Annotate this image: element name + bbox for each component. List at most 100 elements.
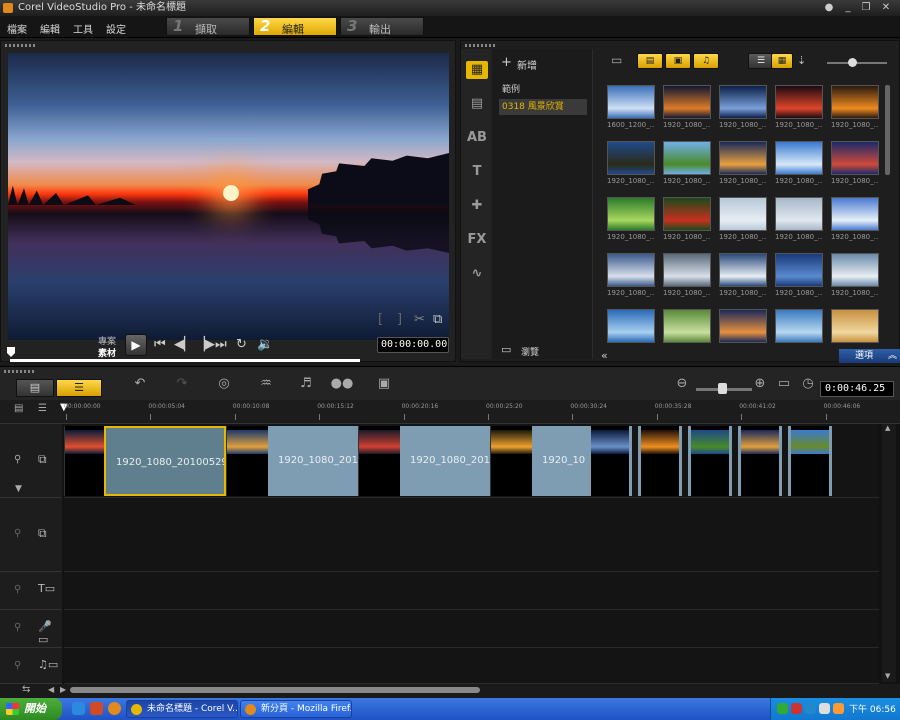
thumbnail-size-knob[interactable]	[848, 58, 857, 67]
folder-item-scenery[interactable]: 0318 風景欣賞	[499, 99, 587, 115]
scroll-down-icon[interactable]: ▼	[885, 672, 890, 680]
media-thumbnail[interactable]: 1920_1080_...	[719, 141, 767, 191]
tray-network-icon[interactable]	[805, 703, 816, 714]
timeline-video-clip[interactable]	[688, 426, 732, 496]
browse-label[interactable]: 瀏覽	[521, 345, 539, 358]
firefox-icon[interactable]	[108, 702, 121, 715]
ie-icon[interactable]	[72, 702, 85, 715]
media-thumbnail[interactable]: 1920_1080_...	[775, 197, 823, 247]
timeline-vertical-scrollbar[interactable]: ▲ ▼	[882, 424, 896, 682]
zoom-slider-knob[interactable]	[718, 383, 727, 394]
media-thumbnail[interactable]: 1920_1080_...	[719, 253, 767, 303]
media-thumbnail[interactable]: 1600_1200_...	[607, 85, 655, 135]
track-list-icon[interactable]: ☰	[38, 403, 47, 414]
media-category-icon[interactable]: ▦	[466, 61, 488, 79]
media-thumbnail[interactable]: 1920_1080_...	[607, 253, 655, 303]
collapse-left-icon[interactable]: «	[601, 349, 608, 362]
timeline-video-clip[interactable]	[738, 426, 782, 496]
media-thumbnail[interactable]	[607, 309, 655, 359]
system-clock[interactable]: 下午 06:56	[849, 702, 896, 715]
expand-down-icon[interactable]: ▼	[15, 484, 22, 494]
media-thumbnail[interactable]	[663, 309, 711, 359]
timeline-video-clip[interactable]	[638, 426, 682, 496]
mark-in-icon[interactable]: [	[378, 313, 383, 327]
media-thumbnail[interactable]: 1920_1080_...	[831, 253, 879, 303]
repeat-icon[interactable]: ↻	[236, 338, 247, 352]
scroll-up-icon[interactable]: ▲	[885, 424, 890, 432]
scrubber-track[interactable]	[10, 359, 360, 362]
chapter-point-icon[interactable]: ▣	[372, 375, 396, 393]
path-icon[interactable]: ∿	[466, 265, 488, 283]
media-thumbnail[interactable]: 1920_1080_...	[607, 197, 655, 247]
timeline-clip[interactable]: 1920_1080_201	[268, 426, 358, 496]
menu-settings[interactable]: 設定	[106, 21, 126, 36]
menu-tools[interactable]: 工具	[73, 21, 93, 36]
transition-icon[interactable]: AB	[466, 129, 488, 147]
redo-icon[interactable]: ↷	[170, 375, 194, 393]
media-thumbnail[interactable]: 1920_1080_...	[663, 85, 711, 135]
graphic-icon[interactable]: ✚	[466, 197, 488, 215]
track-manager-icon[interactable]: ●●	[330, 375, 354, 393]
tray-update-icon[interactable]	[833, 703, 844, 714]
media-thumbnail[interactable]: 1920_1080_...	[663, 197, 711, 247]
storyboard-view-button[interactable]: ▤	[16, 379, 54, 397]
menu-edit[interactable]: 編輯	[40, 21, 60, 36]
lock-icon[interactable]: ⚲	[14, 584, 21, 595]
scrubber-handle[interactable]	[7, 347, 15, 357]
record-capture-icon[interactable]: ◎	[212, 375, 236, 393]
timeline-video-clip[interactable]	[226, 426, 268, 496]
media-thumbnail[interactable]: 1920_1080_...	[775, 253, 823, 303]
close-button[interactable]: ✕	[878, 2, 894, 14]
media-thumbnail[interactable]: 1920_1080_...	[831, 85, 879, 135]
tray-volume-icon[interactable]	[819, 703, 830, 714]
zoom-in-icon[interactable]: ⊕	[748, 375, 772, 393]
media-thumbnail[interactable]: 1920_1080_...	[775, 141, 823, 191]
timeline-video-clip[interactable]	[64, 426, 104, 496]
preview-timecode[interactable]: 00:00:00.00	[377, 337, 449, 353]
track-view-icon[interactable]: ▤	[14, 403, 23, 414]
sort-icon[interactable]: ⇣	[797, 54, 806, 67]
lock-icon[interactable]: ⚲	[14, 454, 21, 465]
overlay-track[interactable]	[64, 498, 879, 572]
lock-icon[interactable]: ⚲	[14, 660, 21, 671]
scroll-left-icon[interactable]: ◀	[48, 685, 54, 694]
task-videostudio[interactable]: 未命名標題 - Corel V...	[126, 700, 238, 718]
scrollbar-thumb[interactable]	[70, 687, 480, 693]
tab-capture[interactable]: 1 擷取	[166, 17, 250, 36]
sound-mixer-icon[interactable]: ♒	[254, 375, 278, 393]
timeline-horizontal-scrollbar[interactable]: ⇆ ◀ ▶	[0, 684, 900, 698]
restore-button[interactable]: ❐	[858, 2, 874, 14]
media-thumbnail[interactable]: 1920_1080_...	[607, 141, 655, 191]
volume-icon[interactable]: 🔉	[257, 338, 273, 352]
show-video-button[interactable]: ▤	[637, 53, 663, 69]
app-menu-icon[interactable]: ●	[821, 2, 837, 14]
lock-icon[interactable]: ⚲	[14, 528, 21, 539]
timeline-clip[interactable]: 1920_1080_201	[400, 426, 490, 496]
timeline-clip[interactable]: 1920_1080_20100529	[104, 426, 226, 496]
enlarge-icon[interactable]: ⧉	[433, 313, 442, 327]
prev-frame-icon[interactable]: ◀▏	[174, 338, 194, 352]
show-audio-button[interactable]: ♫	[693, 53, 719, 69]
end-icon[interactable]: ⏭	[215, 338, 227, 352]
library-scrollbar[interactable]	[885, 85, 890, 175]
timeline-video-clip[interactable]	[788, 426, 832, 496]
timeline-video-clip[interactable]	[588, 426, 632, 496]
next-frame-icon[interactable]: ▕▶	[195, 338, 215, 352]
scroll-right-icon[interactable]: ▶	[60, 685, 66, 694]
folder-icon[interactable]: ▭	[611, 53, 622, 67]
lock-icon[interactable]: ⚲	[14, 622, 21, 633]
title-track[interactable]	[64, 572, 879, 610]
home-icon[interactable]: ⏮	[154, 338, 166, 352]
undo-icon[interactable]: ↶	[128, 375, 152, 393]
instant-project-icon[interactable]: ▤	[466, 95, 488, 113]
folder-item-samples[interactable]: 範例	[499, 82, 587, 98]
timeline-video-clip[interactable]	[358, 426, 400, 496]
media-player-icon[interactable]	[90, 702, 103, 715]
thumbnail-size-slider[interactable]	[827, 62, 887, 64]
scroll-mode-icon[interactable]: ⇆	[22, 684, 30, 695]
add-icon[interactable]: +	[501, 55, 512, 70]
media-thumbnail[interactable]: 1920_1080_...	[775, 85, 823, 135]
play-button[interactable]: ▶	[125, 334, 147, 356]
task-firefox[interactable]: 新分頁 - Mozilla Firef...	[240, 700, 352, 718]
add-folder-label[interactable]: 新增	[517, 57, 537, 72]
